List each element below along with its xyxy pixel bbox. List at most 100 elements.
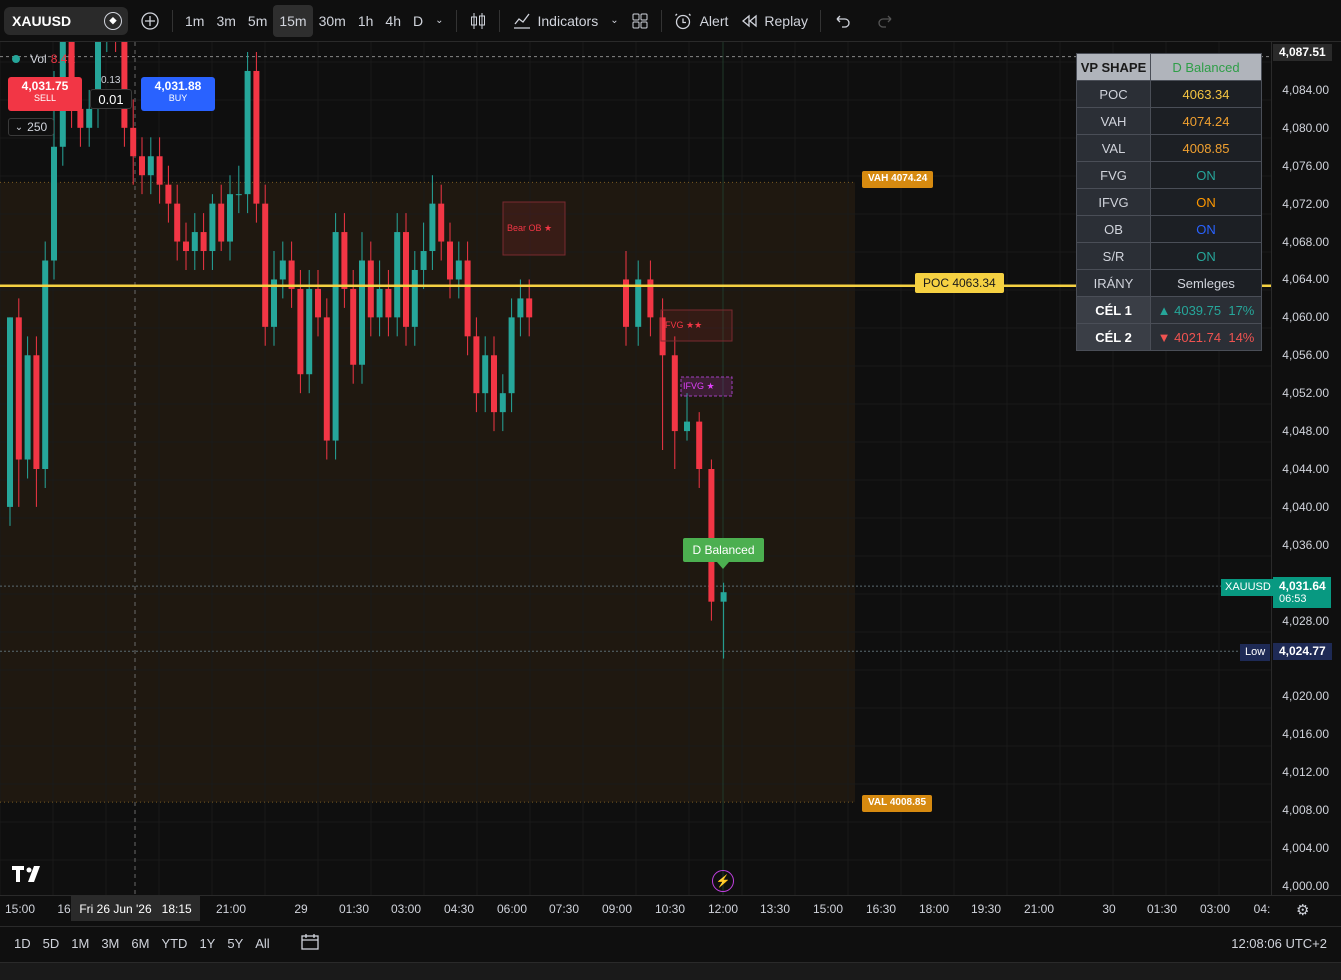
- axis-settings-icon[interactable]: ⚙: [1296, 901, 1309, 919]
- interval-D[interactable]: D: [407, 5, 429, 37]
- replay-button[interactable]: Replay: [734, 5, 814, 37]
- range-3m[interactable]: 3M: [95, 936, 125, 951]
- time-axis[interactable]: 15:00 16 21:00 29 01:30 03:00 04:30 06:00 07:30 0…: [0, 895, 1341, 921]
- divider: [660, 9, 662, 32]
- interval-1h[interactable]: 1h: [352, 5, 380, 37]
- candle-body: [244, 70, 251, 195]
- vp-row: OB ON: [1076, 215, 1262, 243]
- ifvg-label: IFVG ★: [683, 381, 715, 391]
- interval-1m[interactable]: 1m: [179, 5, 210, 37]
- range-5y[interactable]: 5Y: [221, 936, 249, 951]
- date-range-button[interactable]: [300, 933, 320, 954]
- quantity-field[interactable]: 0.01: [90, 89, 132, 109]
- time-tick: 12:00: [707, 902, 739, 916]
- range-1d[interactable]: 1D: [8, 936, 37, 951]
- vp-row: FVG ON: [1076, 161, 1262, 189]
- time-tick: 01:30: [1146, 902, 1178, 916]
- interval-15m[interactable]: 15m: [273, 4, 313, 37]
- indicators-dropdown[interactable]: ⌄: [604, 5, 624, 37]
- chart-type-button[interactable]: [463, 5, 493, 37]
- candle-body: [306, 288, 313, 375]
- vah-tag: VAH 4074.24: [862, 171, 934, 188]
- divider: [455, 9, 457, 32]
- candle-body: [411, 269, 418, 327]
- sell-button[interactable]: 4,031.75 SELL: [8, 77, 82, 111]
- vp-row-key: FVG: [1076, 161, 1151, 189]
- vp-shape-table: VP SHAPE D Balanced POC 4063.34 VAH 4074.24 VA…: [1076, 53, 1262, 351]
- redo-icon: [878, 15, 892, 28]
- redo-button[interactable]: [871, 5, 901, 37]
- candle-body: [438, 203, 445, 242]
- price-tick: 4,084.00: [1282, 82, 1329, 97]
- candle-body: [350, 288, 357, 365]
- eye-icon[interactable]: [12, 55, 20, 63]
- candle-body: [429, 203, 436, 252]
- interval-5m[interactable]: 5m: [242, 5, 273, 37]
- time-tick: 15:00: [4, 902, 36, 916]
- candle-body: [671, 355, 678, 432]
- vp-header-row: VP SHAPE D Balanced: [1076, 53, 1262, 81]
- vp-row: IFVG ON: [1076, 188, 1262, 216]
- time-tick: 04:: [1253, 902, 1271, 916]
- compare-add-button[interactable]: [134, 5, 166, 37]
- price-tick: 4,004.00: [1282, 841, 1329, 856]
- interval-dropdown[interactable]: ⌄: [429, 5, 449, 37]
- chart-pane[interactable]: Vol 8.4K 4,031.75 SELL 0.13 0.01 4,031.8…: [0, 42, 1271, 895]
- price-tick: 4,008.00: [1282, 803, 1329, 818]
- candle-body: [147, 156, 154, 176]
- candle-body: [121, 42, 128, 128]
- diamond-icon[interactable]: ◆: [104, 11, 122, 30]
- calendar-icon: [301, 934, 319, 950]
- time-tick: 04:30: [443, 902, 475, 916]
- range-all[interactable]: All: [249, 936, 275, 951]
- interval-3m[interactable]: 3m: [210, 5, 241, 37]
- range-1m[interactable]: 1M: [65, 936, 95, 951]
- buy-button[interactable]: 4,031.88 BUY: [141, 77, 215, 111]
- clock[interactable]: 12:08:06 UTC+2: [1231, 936, 1327, 951]
- time-tick: 29: [294, 902, 308, 916]
- range-ytd[interactable]: YTD: [155, 936, 193, 951]
- price-tick: 4,060.00: [1282, 310, 1329, 325]
- candle-body: [315, 288, 321, 318]
- crosshair-time: 18:15: [161, 901, 192, 916]
- low-price-label: 4,024.77: [1273, 643, 1332, 660]
- lightning-icon[interactable]: ⚡: [712, 870, 734, 892]
- undo-button[interactable]: [827, 5, 857, 37]
- candle-body: [455, 260, 462, 280]
- price-tick: 4,040.00: [1282, 499, 1329, 514]
- vp-row-key: S/R: [1076, 242, 1151, 270]
- interval-30m[interactable]: 30m: [313, 5, 352, 37]
- vp-row-key: VAH: [1076, 107, 1151, 135]
- sell-price: 4,031.75: [21, 79, 69, 93]
- range-6m[interactable]: 6M: [125, 936, 155, 951]
- price-tick: 4,076.00: [1282, 158, 1329, 173]
- range-bar: 1D 5D 1M 3M 6M YTD 1Y 5Y All 12:08:06 UTC+2: [0, 926, 1341, 960]
- range-5d[interactable]: 5D: [37, 936, 66, 951]
- candle-body: [235, 194, 242, 196]
- vp-target-key: CÉL 2: [1076, 323, 1151, 351]
- time-tick: 07:30: [548, 902, 580, 916]
- indicators-icon: [513, 13, 530, 29]
- candle-body: [86, 108, 93, 128]
- target-pct: 14%: [1228, 329, 1255, 345]
- interval-4h[interactable]: 4h: [379, 5, 407, 37]
- chevron-down-icon: ⌄: [435, 15, 444, 26]
- candle-body: [420, 251, 427, 270]
- time-tick: 06:00: [496, 902, 528, 916]
- vp-row: S/R ON: [1076, 242, 1262, 270]
- range-1y[interactable]: 1Y: [193, 936, 221, 951]
- symbol-search[interactable]: XAUUSD ◆: [4, 6, 128, 35]
- price-axis[interactable]: 4,084.00 4,080.00 4,076.00 4,072.00 4,068.00…: [1271, 42, 1341, 895]
- buy-price: 4,031.88: [154, 79, 202, 93]
- time-tick: 19:30: [970, 902, 1002, 916]
- alert-button[interactable]: Alert: [668, 5, 735, 37]
- price-tick: 4,020.00: [1282, 689, 1329, 704]
- time-tick: 16: [57, 902, 71, 916]
- candle-body: [403, 232, 409, 327]
- lot-dropdown[interactable]: ⌄ 250: [8, 118, 54, 136]
- candle-body: [33, 355, 40, 469]
- indicators-button[interactable]: Indicators: [506, 5, 605, 37]
- layout-button[interactable]: [625, 5, 655, 37]
- vp-row: POC 4063.34: [1076, 80, 1262, 108]
- balanced-label: D Balanced: [692, 543, 755, 557]
